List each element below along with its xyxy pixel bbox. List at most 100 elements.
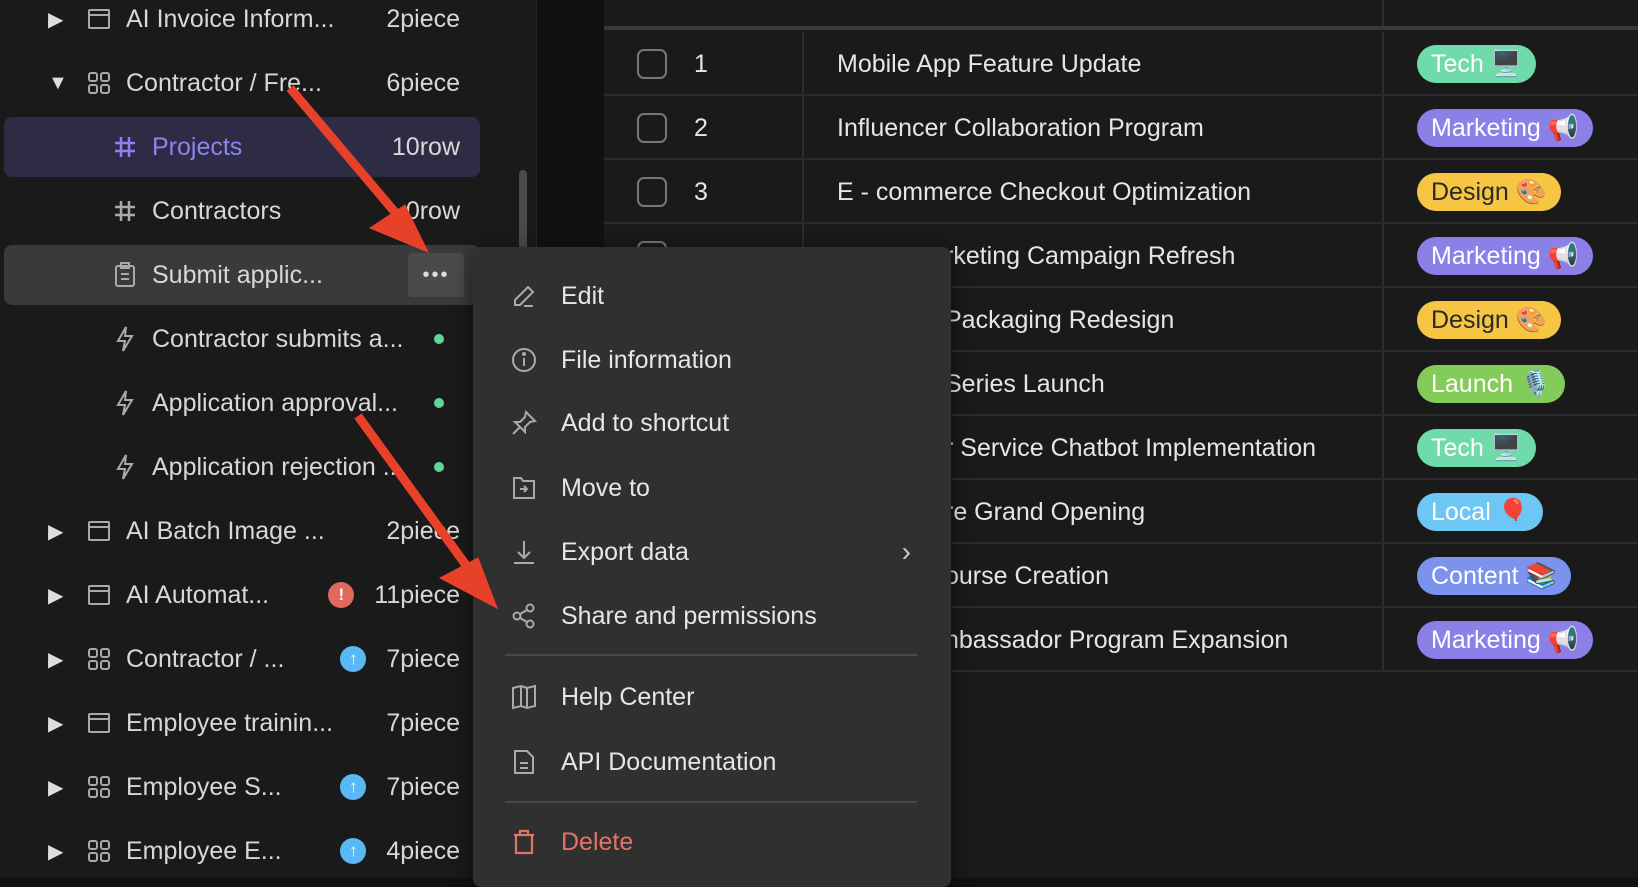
category-tag[interactable]: Tech 🖥️ (1417, 45, 1536, 83)
sidebar-item[interactable]: ▼ Contractor / Fre... 6piece (4, 53, 480, 113)
row-checkbox[interactable] (637, 177, 667, 207)
menu-item-label: Add to shortcut (561, 408, 730, 437)
row-title[interactable]: ourse Creation (945, 562, 1109, 591)
upload-badge-icon: ↑ (340, 774, 367, 800)
category-tag[interactable]: Marketing 📢 (1417, 109, 1593, 147)
sidebar-item[interactable]: Projects 10row (4, 117, 480, 177)
sidebar-item-label: Application rejection ... (152, 452, 404, 481)
grid-icon (86, 646, 112, 672)
book-icon (509, 682, 539, 712)
column-divider (1382, 608, 1384, 670)
menu-item[interactable]: Delete (473, 814, 951, 870)
category-tag[interactable]: Marketing 📢 (1417, 237, 1593, 275)
grid-icon (86, 774, 112, 800)
row-title[interactable]: Influencer Collaboration Program (837, 114, 1204, 143)
row-title[interactable]: re Grand Opening (945, 498, 1145, 527)
menu-item[interactable]: Edit (473, 268, 951, 324)
sidebar-item[interactable]: ▶ Employee trainin... 7piece (4, 693, 480, 753)
sidebar-item-count: 6piece (386, 68, 460, 97)
column-divider (1382, 96, 1384, 158)
sidebar-item-label: Employee S... (126, 772, 282, 801)
trash-icon (509, 827, 539, 857)
caret-right-icon[interactable]: ▶ (48, 7, 72, 32)
column-divider (802, 96, 804, 158)
sidebar-item-count: 2piece (386, 4, 460, 33)
caret-right-icon[interactable]: ▶ (48, 519, 72, 544)
table-row[interactable]: 3 E - commerce Checkout Optimization Des… (604, 160, 1638, 224)
upload-badge-icon: ↑ (340, 646, 367, 672)
status-dot (434, 398, 444, 408)
menu-item-label: Move to (561, 473, 650, 502)
menu-item-label: Help Center (561, 682, 695, 711)
category-tag[interactable]: Local 🎈 (1417, 493, 1543, 531)
more-options-button[interactable]: ••• (408, 253, 464, 297)
caret-right-icon[interactable]: ▶ (48, 647, 72, 672)
folder-icon (86, 518, 112, 544)
category-tag[interactable]: Launch 🎙️ (1417, 365, 1566, 403)
column-divider (1382, 160, 1384, 222)
table-row[interactable]: 1 Mobile App Feature Update Tech 🖥️ (604, 32, 1638, 96)
error-badge-icon: ! (328, 582, 355, 608)
sidebar-item-label: AI Invoice Inform... (126, 4, 335, 33)
sidebar-item-label: AI Automat... (126, 580, 270, 609)
sidebar-item[interactable]: Application approval... (4, 373, 480, 433)
column-divider (1382, 288, 1384, 350)
row-title[interactable]: rketing Campaign Refresh (945, 242, 1235, 271)
row-checkbox[interactable] (637, 49, 667, 79)
sidebar-item[interactable]: ▶ AI Invoice Inform... 2piece (4, 0, 480, 49)
row-title[interactable]: Series Launch (945, 370, 1105, 399)
caret-right-icon[interactable]: ▶ (48, 583, 72, 608)
sidebar-item-count: 10row (391, 132, 460, 161)
sidebar-item[interactable]: Contractors 0row (4, 181, 480, 241)
sidebar-item-label: Application approval... (152, 388, 398, 417)
share-icon (509, 601, 539, 631)
sidebar-item-label: Employee E... (126, 836, 282, 865)
caret-down-icon[interactable]: ▼ (48, 72, 72, 95)
category-tag[interactable]: Content 📚 (1417, 557, 1571, 595)
sidebar-item[interactable]: ▶ AI Batch Image ... 2piece (4, 501, 480, 561)
table-row[interactable]: 2 Influencer Collaboration Program Marke… (604, 96, 1638, 160)
row-title[interactable]: Mobile App Feature Update (837, 50, 1141, 79)
caret-right-icon[interactable]: ▶ (48, 711, 72, 736)
sidebar-item-label: Contractor / ... (126, 644, 285, 673)
sidebar-item[interactable]: Application rejection ... (4, 437, 480, 497)
column-divider (1382, 224, 1384, 286)
menu-item-label: Delete (561, 827, 634, 856)
column-divider (1382, 32, 1384, 94)
menu-item[interactable]: Export data › (473, 524, 951, 580)
sidebar-item-label: Employee trainin... (126, 708, 334, 737)
sidebar-item-count: 7piece (386, 708, 460, 737)
row-title[interactable]: E - commerce Checkout Optimization (837, 178, 1251, 207)
category-tag[interactable]: Design 🎨 (1417, 173, 1561, 211)
lightning-icon (112, 454, 138, 480)
menu-item[interactable]: File information (473, 332, 951, 388)
category-tag[interactable]: Design 🎨 (1417, 301, 1561, 339)
menu-item[interactable]: API Documentation (473, 734, 951, 790)
sidebar-item[interactable]: ▶ Employee E... ↑ 4piece (4, 821, 480, 881)
column-divider (802, 160, 804, 222)
menu-item[interactable]: Help Center (473, 669, 951, 725)
menu-separator (505, 654, 917, 656)
category-tag[interactable]: Tech 🖥️ (1417, 429, 1536, 467)
menu-item[interactable]: Add to shortcut (473, 395, 951, 451)
row-checkbox[interactable] (637, 113, 667, 143)
caret-right-icon[interactable]: ▶ (48, 839, 72, 864)
column-divider (1382, 544, 1384, 606)
row-title[interactable]: Packaging Redesign (945, 306, 1174, 335)
category-tag[interactable]: Marketing 📢 (1417, 621, 1593, 659)
sidebar-item[interactable]: Contractor submits a... (4, 309, 480, 369)
lightning-icon (112, 390, 138, 416)
menu-item[interactable]: Move to (473, 460, 951, 516)
sidebar-item-label: Contractors (152, 196, 282, 225)
sidebar-item[interactable]: ▶ Contractor / ... ↑ 7piece (4, 629, 480, 689)
row-title[interactable]: nbassador Program Expansion (945, 626, 1288, 655)
sidebar-item[interactable]: ▶ AI Automat...! 11piece (4, 565, 480, 625)
row-title[interactable]: r Service Chatbot Implementation (945, 434, 1316, 463)
caret-right-icon[interactable]: ▶ (48, 775, 72, 800)
menu-item-label: Export data (561, 537, 689, 566)
sidebar-item[interactable]: Submit applic... ••• (4, 245, 480, 305)
sidebar-item-label: AI Batch Image ... (126, 516, 325, 545)
column-divider (1382, 352, 1384, 414)
sidebar-item[interactable]: ▶ Employee S... ↑ 7piece (4, 757, 480, 817)
menu-item[interactable]: Share and permissions (473, 588, 951, 644)
